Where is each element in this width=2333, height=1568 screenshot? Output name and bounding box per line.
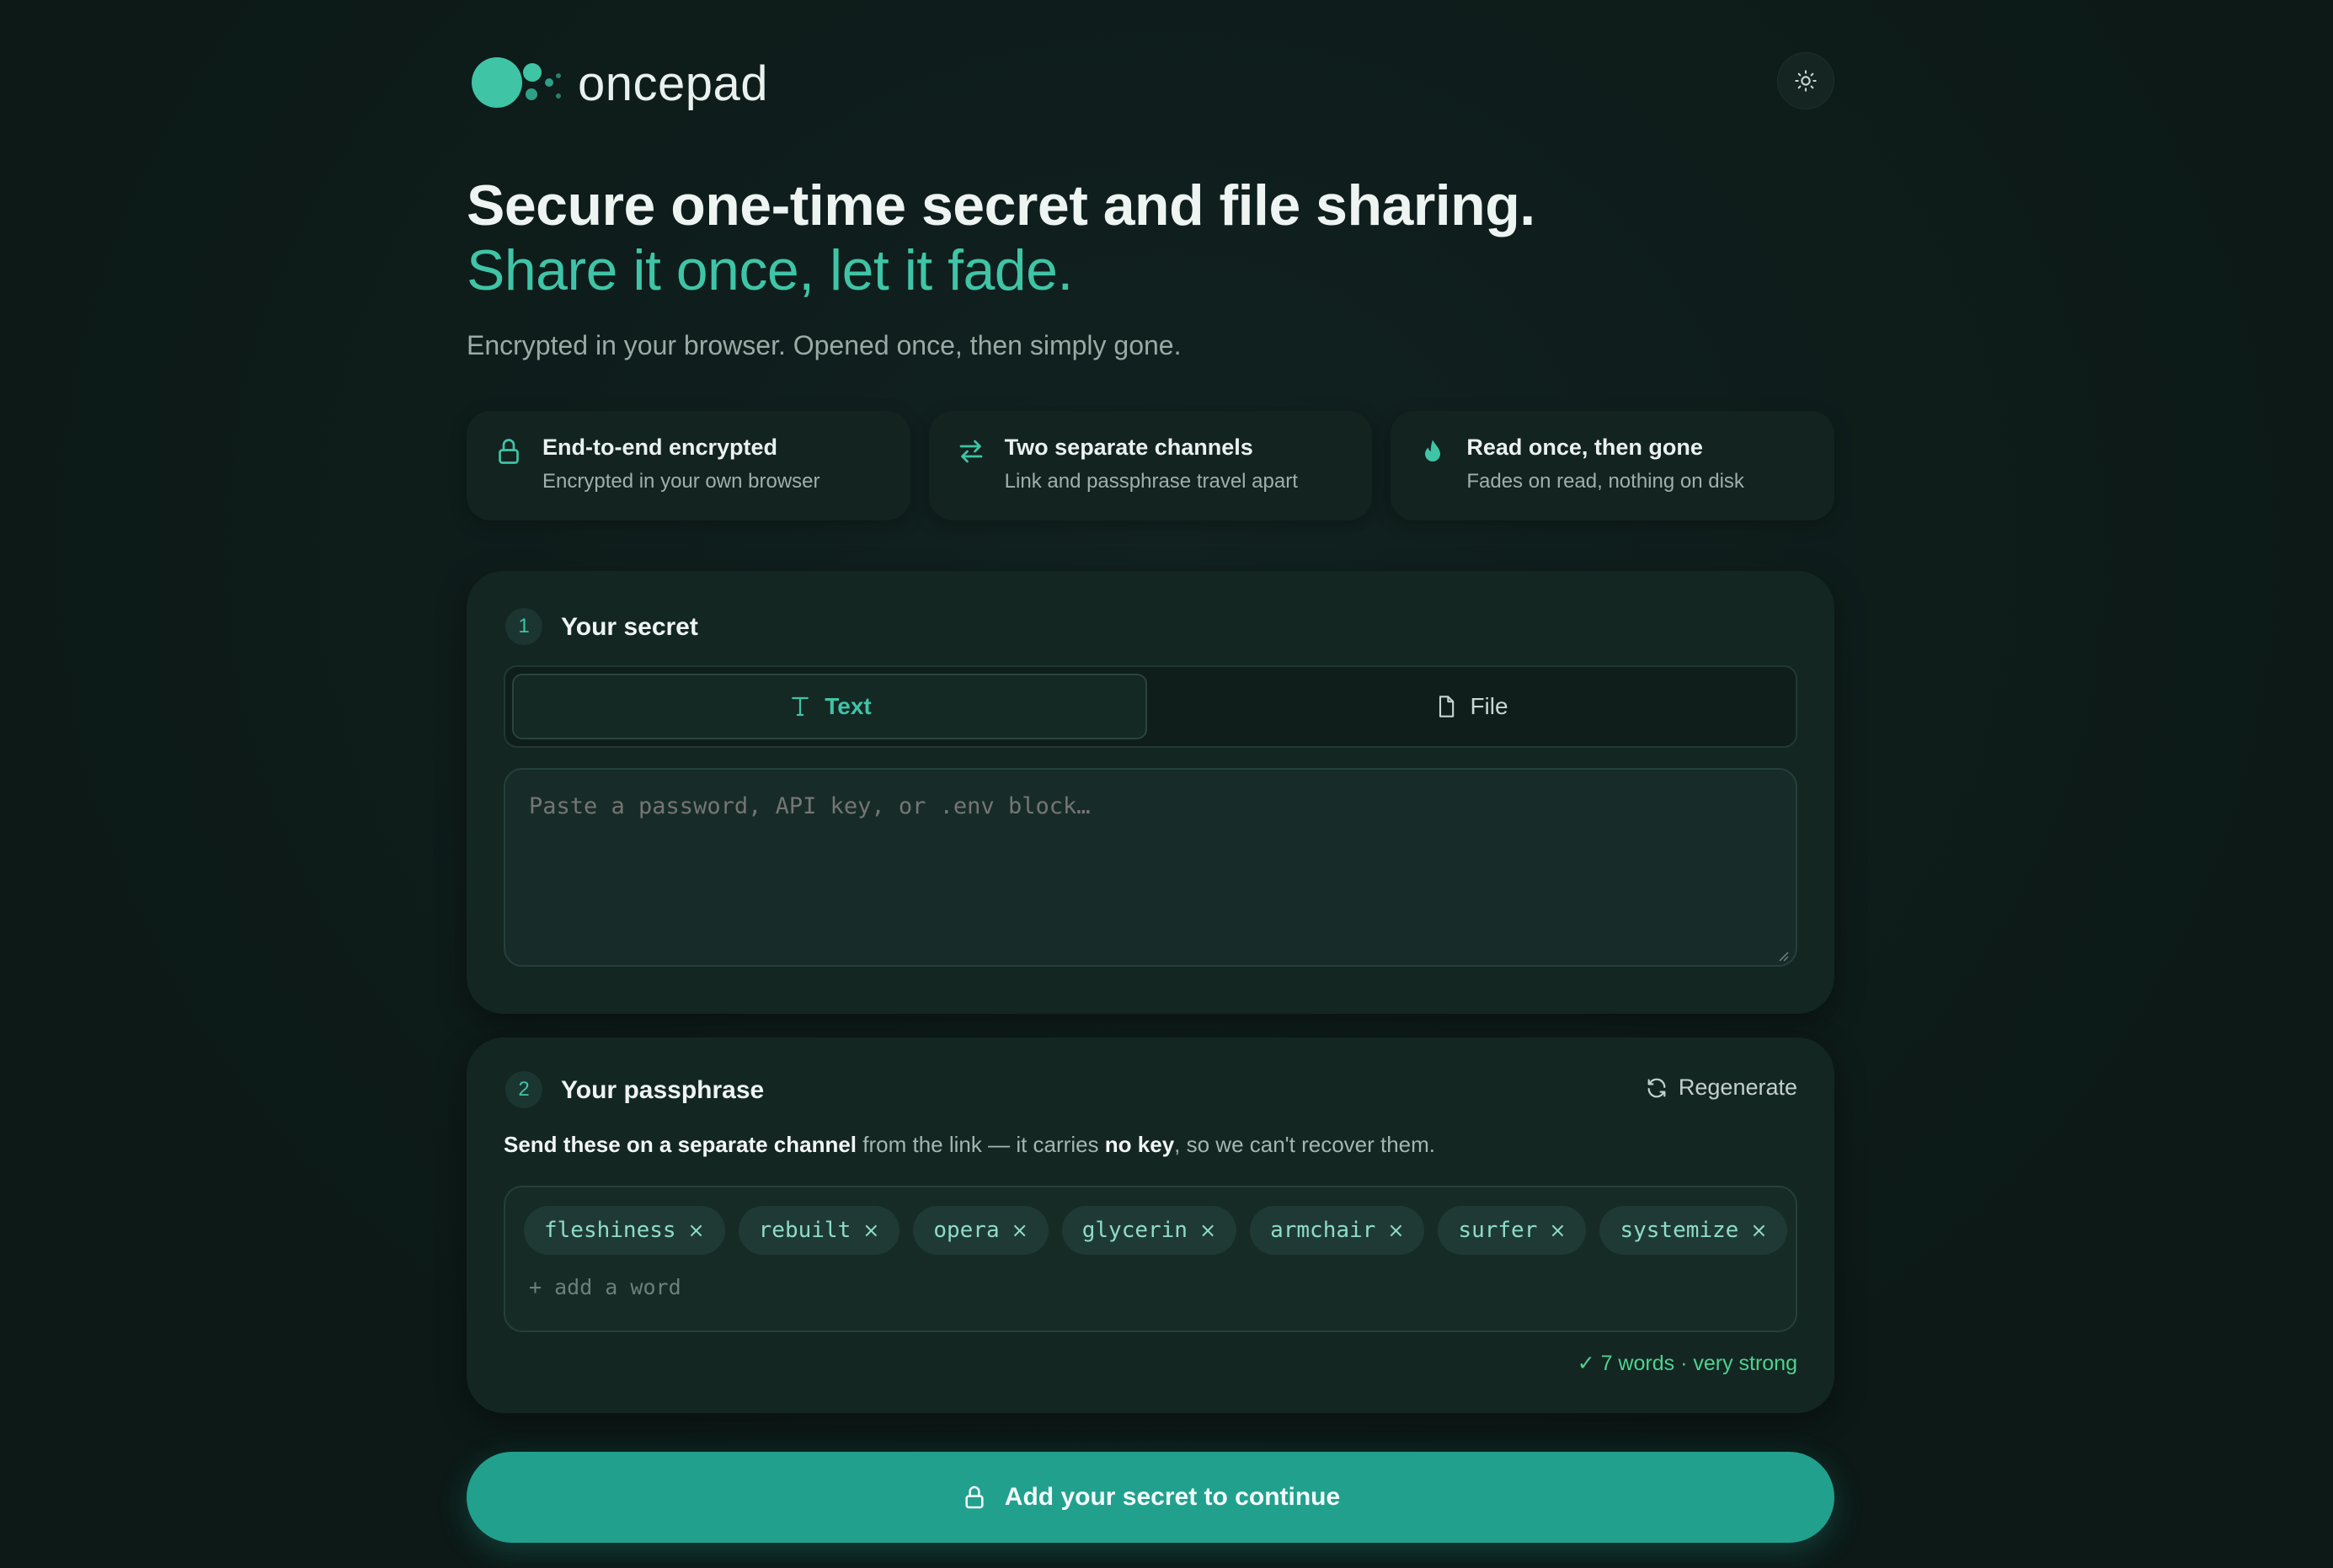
remove-word-icon[interactable]: × <box>1012 1219 1028 1242</box>
refresh-icon <box>1647 1078 1666 1097</box>
main-column: oncepad Secure one-time secret and file … <box>467 0 1835 1568</box>
step-number: 2 <box>505 1071 542 1108</box>
tab-text-label: Text <box>825 693 872 719</box>
remove-word-icon[interactable]: × <box>1750 1219 1767 1242</box>
passphrase-words-input[interactable]: fleshiness × rebuilt × opera × glycerin × ar… <box>504 1186 1797 1332</box>
secret-textarea[interactable] <box>504 768 1797 967</box>
feature-desc: Link and passphrase travel apart <box>1004 470 1298 493</box>
word-chip-label: surfer <box>1458 1218 1538 1243</box>
lock-icon <box>499 439 519 464</box>
feature-title: Two separate channels <box>1004 435 1253 460</box>
feature-title: Read once, then gone <box>1466 435 1703 460</box>
header: oncepad <box>467 47 1834 115</box>
word-chip-label: opera <box>933 1218 1000 1243</box>
tab-file-label: File <box>1470 693 1508 719</box>
secret-card: 1 Your secret Text File <box>467 571 1834 1014</box>
feature-title: End-to-end encrypted <box>542 435 778 460</box>
word-chip: armchair × <box>1250 1206 1425 1255</box>
word-chip-list: fleshiness × rebuilt × opera × glycerin × ar… <box>524 1206 1788 1255</box>
word-chip: fleshiness × <box>524 1206 725 1255</box>
word-chip-label: armchair <box>1270 1218 1376 1243</box>
word-chip-label: systemize <box>1620 1218 1739 1243</box>
page-subtitle: Encrypted in your browser. Opened once, … <box>467 330 1182 360</box>
theme-toggle-button[interactable] <box>1777 52 1834 109</box>
secret-type-switch: Text File <box>504 665 1797 748</box>
remove-word-icon[interactable]: × <box>862 1219 879 1242</box>
word-chip: glycerin × <box>1061 1206 1237 1255</box>
feature-card-channels: Two separate channels Link and passphras… <box>928 411 1373 520</box>
word-chip-label: rebuilt <box>758 1218 852 1243</box>
drop-icon <box>1425 440 1441 461</box>
remove-word-icon[interactable]: × <box>1387 1219 1404 1242</box>
tab-text[interactable]: Text <box>512 674 1147 739</box>
hint-text: from the link — it carries <box>857 1132 1105 1157</box>
passphrase-card: 2 Your passphrase Regenerate Send these … <box>467 1037 1834 1413</box>
page-title: Secure one-time secret and file sharing.… <box>467 173 1562 303</box>
section-title: Your secret <box>561 613 698 641</box>
strength-indicator: ✓ 7 words · very strong <box>1577 1352 1797 1375</box>
regenerate-label: Regenerate <box>1678 1075 1797 1100</box>
brand-name: oncepad <box>578 56 769 111</box>
feature-desc: Encrypted in your own browser <box>542 470 820 493</box>
submit-button[interactable]: Add your secret to continue <box>467 1452 1834 1543</box>
resize-grip-icon[interactable] <box>1777 950 1789 962</box>
regenerate-button[interactable]: Regenerate <box>1645 1075 1797 1101</box>
feature-list: End-to-end encrypted Encrypted in your o… <box>467 411 1835 520</box>
sun-icon <box>1795 70 1817 92</box>
word-chip-label: fleshiness <box>544 1218 676 1243</box>
logo-icon <box>472 57 561 108</box>
word-chip: surfer × <box>1438 1206 1587 1255</box>
remove-word-icon[interactable]: × <box>1549 1219 1566 1242</box>
hint-bold: no key <box>1104 1132 1175 1157</box>
feature-card-read-once: Read once, then gone Fades on read, noth… <box>1391 411 1835 520</box>
add-word-input[interactable]: + add a word <box>529 1275 681 1299</box>
hint-bold: Send these on a separate channel <box>504 1132 857 1157</box>
title-accent: Share it once, let it fade. <box>467 238 1073 302</box>
step-number: 1 <box>505 608 542 645</box>
title-main: Secure one-time secret and file sharing. <box>467 173 1535 237</box>
submit-label: Add your secret to continue <box>1004 1483 1341 1511</box>
word-chip: systemize × <box>1599 1206 1788 1255</box>
word-chip: rebuilt × <box>738 1206 900 1255</box>
feature-desc: Fades on read, nothing on disk <box>1466 470 1744 493</box>
file-icon <box>1439 696 1455 717</box>
passphrase-hint: Send these on a separate channel from th… <box>504 1132 1435 1158</box>
text-icon <box>792 696 809 717</box>
remove-word-icon[interactable]: × <box>1199 1219 1216 1242</box>
remove-word-icon[interactable]: × <box>688 1219 705 1242</box>
word-chip-label: glycerin <box>1081 1218 1188 1243</box>
page: oncepad Secure one-time secret and file … <box>0 0 2333 1568</box>
swap-arrows-icon <box>959 440 983 463</box>
feature-card-encrypted: End-to-end encrypted Encrypted in your o… <box>467 411 910 520</box>
word-chip: opera × <box>913 1206 1049 1255</box>
tab-file[interactable]: File <box>1154 674 1789 739</box>
lock-icon <box>965 1485 984 1509</box>
hint-text: , so we can't recover them. <box>1174 1132 1436 1157</box>
section-title: Your passphrase <box>561 1076 765 1104</box>
